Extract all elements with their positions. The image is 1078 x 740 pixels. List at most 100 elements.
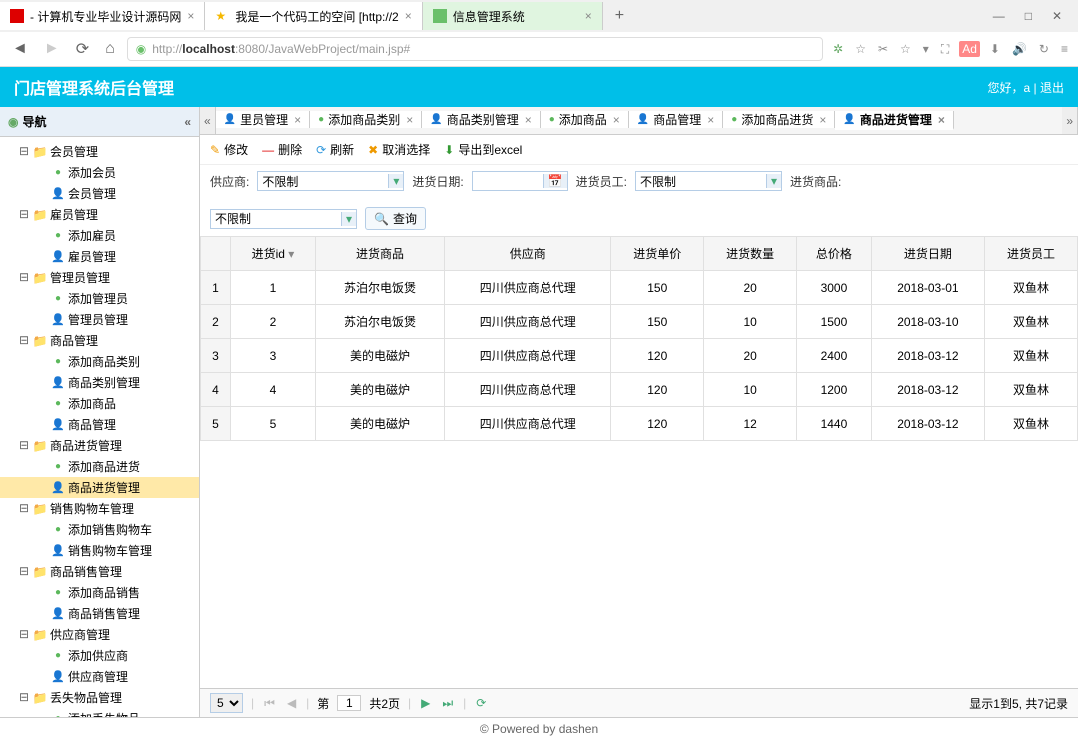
tree-toggle-icon[interactable]: ⊟ [18, 564, 30, 579]
content-tab[interactable]: 👤商品进货管理× [835, 111, 953, 130]
maximize-button[interactable]: □ [1017, 7, 1040, 25]
back-button[interactable]: ◄ [8, 40, 32, 58]
column-header[interactable]: 供应商 [445, 237, 611, 271]
tab-close-button[interactable]: × [187, 9, 194, 23]
staff-combo[interactable]: ▾ [635, 171, 782, 191]
tree-toggle-icon[interactable]: ⊟ [18, 501, 30, 516]
content-tab[interactable]: 👤商品管理× [629, 111, 723, 128]
tree-item[interactable]: 管理员管理 [0, 309, 199, 330]
table-row[interactable]: 33美的电磁炉四川供应商总代理1202024002018-03-12双鱼林 [201, 339, 1078, 373]
last-page-button[interactable]: ⏭ [440, 696, 455, 711]
down-icon[interactable]: ▾ [921, 40, 931, 58]
tree-toggle-icon[interactable]: ⊟ [18, 207, 30, 222]
content-tab[interactable]: ●添加商品进货× [723, 111, 835, 128]
tab-close-button[interactable]: × [405, 9, 412, 23]
calendar-icon[interactable]: 📅 [543, 174, 567, 188]
tree-item[interactable]: 添加商品类别 [0, 351, 199, 372]
column-header[interactable]: 进货id [231, 237, 316, 271]
close-window-button[interactable]: ✕ [1044, 7, 1070, 25]
tree-group[interactable]: ⊟供应商管理 [0, 624, 199, 645]
browser-tab[interactable]: - 计算机专业毕业设计源码网× [0, 2, 205, 30]
date-input[interactable]: 📅 [472, 171, 568, 191]
tree-item[interactable]: 添加供应商 [0, 645, 199, 666]
clip-icon[interactable]: ✂ [876, 40, 890, 58]
content-tab[interactable]: ●添加商品类别× [310, 111, 422, 128]
tree-item[interactable]: 雇员管理 [0, 246, 199, 267]
table-row[interactable]: 44美的电磁炉四川供应商总代理1201012002018-03-12双鱼林 [201, 373, 1078, 407]
refresh-button[interactable]: ⟳刷新 [316, 141, 354, 158]
tree-item[interactable]: 会员管理 [0, 183, 199, 204]
tree-toggle-icon[interactable]: ⊟ [18, 627, 30, 642]
adblock-icon[interactable]: Ad [959, 41, 980, 57]
tree-toggle-icon[interactable]: ⊟ [18, 690, 30, 705]
column-header[interactable]: 总价格 [797, 237, 872, 271]
table-row[interactable]: 22苏泊尔电饭煲四川供应商总代理1501015002018-03-10双鱼林 [201, 305, 1078, 339]
column-header[interactable]: 进货数量 [704, 237, 797, 271]
tree-item[interactable]: 商品管理 [0, 414, 199, 435]
product-combo[interactable]: ▾ [210, 209, 357, 229]
tab-close-button[interactable]: × [613, 113, 620, 127]
aperture-icon[interactable]: ✲ [831, 40, 845, 58]
content-tab[interactable]: ●添加商品× [541, 111, 629, 128]
tree-item[interactable]: 添加管理员 [0, 288, 199, 309]
volume-icon[interactable]: 🔊 [1010, 40, 1029, 58]
unselect-button[interactable]: ✖取消选择 [368, 141, 430, 158]
tree-toggle-icon[interactable]: ⊟ [18, 438, 30, 453]
tree-item[interactable]: 商品类别管理 [0, 372, 199, 393]
column-header[interactable]: 进货员工 [985, 237, 1078, 271]
next-page-button[interactable]: ▶ [419, 696, 432, 710]
tree-item[interactable]: 添加销售购物车 [0, 519, 199, 540]
tree-group[interactable]: ⊟商品管理 [0, 330, 199, 351]
tree-group[interactable]: ⊟商品进货管理 [0, 435, 199, 456]
tree-item[interactable]: 商品销售管理 [0, 603, 199, 624]
tree-group[interactable]: ⊟雇员管理 [0, 204, 199, 225]
browser-tab[interactable]: 信息管理系统× [423, 2, 603, 30]
pager-refresh-button[interactable]: ⟳ [474, 696, 488, 710]
new-tab-button[interactable]: + [603, 7, 636, 25]
browser-tab[interactable]: ★我是一个代码工的空间 [http://2× [205, 2, 422, 30]
table-row[interactable]: 55美的电磁炉四川供应商总代理1201214402018-03-12双鱼林 [201, 407, 1078, 441]
tab-close-button[interactable]: × [707, 113, 714, 127]
tab-close-button[interactable]: × [585, 9, 592, 23]
tree-group[interactable]: ⊟销售购物车管理 [0, 498, 199, 519]
collapse-sidebar-button[interactable]: « [184, 115, 191, 129]
tab-close-button[interactable]: × [819, 113, 826, 127]
logout-link[interactable]: 退出 [1040, 81, 1064, 95]
content-tab[interactable]: 👤商品类别管理× [422, 111, 540, 128]
menu-icon[interactable]: ≡ [1059, 40, 1070, 58]
first-page-button[interactable]: ⏮ [262, 696, 277, 711]
url-input[interactable]: ◉ http://localhost:8080/JavaWebProject/m… [127, 37, 823, 61]
search-button[interactable]: 🔍查询 [365, 207, 426, 230]
tree-group[interactable]: ⊟管理员管理 [0, 267, 199, 288]
supplier-combo[interactable]: ▾ [257, 171, 404, 191]
tab-close-button[interactable]: × [525, 113, 532, 127]
tree-toggle-icon[interactable]: ⊟ [18, 144, 30, 159]
tree-item[interactable]: 供应商管理 [0, 666, 199, 687]
page-number-input[interactable] [337, 695, 361, 711]
tabs-scroll-right[interactable]: » [1062, 107, 1078, 134]
tree-toggle-icon[interactable]: ⊟ [18, 333, 30, 348]
tab-close-button[interactable]: × [938, 113, 945, 127]
tree-item[interactable]: 销售购物车管理 [0, 540, 199, 561]
column-header[interactable]: 进货单价 [611, 237, 704, 271]
history-icon[interactable]: ↻ [1037, 40, 1051, 58]
tree-toggle-icon[interactable]: ⊟ [18, 270, 30, 285]
content-tab[interactable]: 👤里员管理× [216, 111, 310, 128]
tab-close-button[interactable]: × [294, 113, 301, 127]
tree-item[interactable]: 添加商品 [0, 393, 199, 414]
tree-item[interactable]: 添加商品销售 [0, 582, 199, 603]
column-header[interactable]: 进货日期 [871, 237, 984, 271]
tab-close-button[interactable]: × [406, 113, 413, 127]
column-header[interactable]: 进货商品 [315, 237, 444, 271]
tree-item[interactable]: 添加雇员 [0, 225, 199, 246]
tree-item[interactable]: 添加商品进货 [0, 456, 199, 477]
tree-item[interactable]: 添加丢失物品 [0, 708, 199, 717]
tree-item[interactable]: 添加会员 [0, 162, 199, 183]
tree-group[interactable]: ⊟丢失物品管理 [0, 687, 199, 708]
minimize-button[interactable]: — [985, 7, 1013, 25]
tree-group[interactable]: ⊟会员管理 [0, 141, 199, 162]
tree-item[interactable]: 商品进货管理 [0, 477, 199, 498]
star-icon[interactable]: ☆ [853, 40, 868, 58]
export-button[interactable]: ⬇导出到excel [444, 141, 522, 158]
screenshot-icon[interactable]: ⛶ [939, 40, 951, 59]
